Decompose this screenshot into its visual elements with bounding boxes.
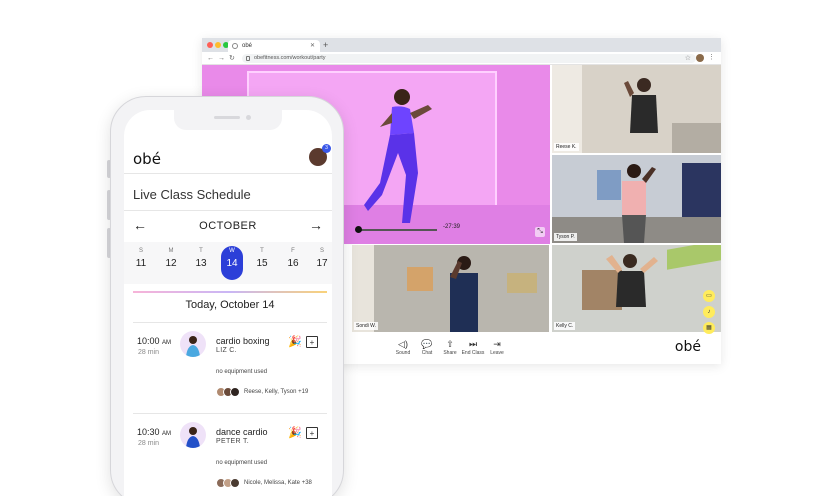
sound-icon: ◁) [398,339,408,349]
participant-figure [624,78,658,133]
equipment-note: no equipment used [216,460,268,466]
leave-button[interactable]: ⇥ Leave [484,339,510,357]
marketing-composite: obé ✕ + ← → ↻ obefitness.com/workout/par… [0,0,828,496]
attendee-names: Reese, Kelly, Tyson +19 [244,389,309,395]
participant-tile[interactable]: Reese K. [552,65,721,153]
participant-name: Kelly C. [554,322,576,330]
class-instructor: LIZ C. [216,347,237,354]
tab-close-icon[interactable]: ✕ [310,40,315,52]
participant-figure [622,164,656,243]
day-mon[interactable]: M 12 [160,248,182,269]
add-to-calendar-icon[interactable]: + [306,336,318,348]
month-label: OCTOBER [199,220,257,232]
attendee-avatar [230,387,240,397]
day-fri[interactable]: F 16 [282,248,304,269]
equipment-note: no equipment used [216,369,268,375]
url-text: obefitness.com/workout/party [254,55,326,61]
participant-figure [450,256,478,332]
party-popper-icon[interactable]: 🎉 [288,335,302,348]
obe-logo: obé [674,339,701,355]
class-duration: 28 min [138,440,160,447]
class-card[interactable]: 10:00 AM 28 min cardio boxing LIZ C. 🎉 +… [133,322,327,414]
phone-screen: obé 3 Live Class Schedule OCTOBER ← → S … [124,110,332,496]
participant-tile[interactable]: Sondi W. [352,245,549,332]
day-thu[interactable]: T 15 [251,248,273,269]
video-progress-bar[interactable] [357,229,437,231]
day-sun[interactable]: S 11 [130,248,152,269]
day-sat[interactable]: S 17 [311,248,332,269]
reload-icon[interactable]: ↻ [229,53,235,64]
time-remaining: -27:39 [443,224,461,230]
day-tue[interactable]: T 13 [190,248,212,269]
app-logo: obé [133,150,161,168]
attendee-names: Nicole, Melissa, Kate +38 [244,480,312,486]
class-time: 10:00 AM [137,336,172,346]
browser-tab[interactable]: obé ✕ [228,40,320,52]
new-tab-icon[interactable]: + [323,38,328,52]
sound-button[interactable]: ◁) Sound [390,339,416,357]
month-navigation: OCTOBER ← → [124,211,332,241]
favicon-icon [232,43,238,49]
grid-view-icon[interactable]: ▦ [703,322,715,334]
phone-notch [174,110,282,130]
participant-name: Sondi W. [354,322,379,330]
day-wed-selected[interactable]: W 14 [221,246,243,280]
next-month-arrow-icon[interactable]: → [309,217,323,233]
camera-icon[interactable]: ▭ [703,290,715,302]
attendee-avatar [230,478,240,488]
side-control-buttons: ▭ ♪ ▦ [703,290,715,338]
url-field[interactable]: obefitness.com/workout/party [242,54,696,63]
participant-name: Reese K. [554,143,579,151]
profile-avatar[interactable] [696,54,704,62]
browser-tab-bar: obé ✕ + [202,38,721,52]
participant-tile[interactable]: Tyson P. [552,155,721,243]
expand-icon[interactable]: ⤡ [535,227,545,237]
participant-figure [606,254,658,307]
week-strip: S 11 M 12 T 13 W 14 T 15 F 16 S 17 [124,242,332,284]
video-progress-handle[interactable] [355,226,362,233]
class-time: 10:30 AM [137,427,172,437]
end-class-button[interactable]: ⏭ End Class [460,339,486,357]
tab-title: obé [242,43,253,49]
leave-icon: ⇥ [493,339,501,349]
close-window-icon[interactable] [207,42,213,48]
instructor-figure [364,89,432,223]
class-title: cardio boxing [216,336,270,346]
bookmark-star-icon[interactable]: ☆ [685,53,691,64]
end-class-icon: ⏭ [468,339,478,349]
participant-name: Tyson P. [554,233,577,241]
class-card[interactable]: 10:30 AM 28 min dance cardio PETER T. 🎉 … [133,413,327,496]
microphone-icon[interactable]: ♪ [703,306,715,318]
address-bar-row: ← → ↻ obefitness.com/workout/party ☆ ⋮ [202,52,721,65]
participant-tile[interactable]: Kelly C. [552,245,721,332]
class-title: dance cardio [216,427,268,437]
notification-badge: 3 [322,144,331,153]
back-arrow-icon[interactable]: ← [207,53,214,64]
party-popper-icon[interactable]: 🎉 [288,426,302,439]
class-instructor: PETER T. [216,438,250,445]
lock-icon [246,56,250,61]
speaker-grille [214,116,240,119]
instructor-avatar [180,331,206,357]
add-to-calendar-icon[interactable]: + [306,427,318,439]
instructor-avatar [180,422,206,448]
forward-arrow-icon[interactable]: → [218,53,225,64]
minimize-window-icon[interactable] [215,42,221,48]
today-label: Today, October 14 [185,299,275,311]
class-duration: 28 min [138,349,160,356]
prev-month-arrow-icon[interactable]: ← [133,217,147,233]
browser-menu-icon[interactable]: ⋮ [708,52,715,64]
front-camera [246,115,251,120]
phone-frame: obé 3 Live Class Schedule OCTOBER ← → S … [110,96,344,496]
divider [124,173,332,174]
page-title: Live Class Schedule [133,187,251,202]
today-header: Today, October 14 [133,291,327,321]
